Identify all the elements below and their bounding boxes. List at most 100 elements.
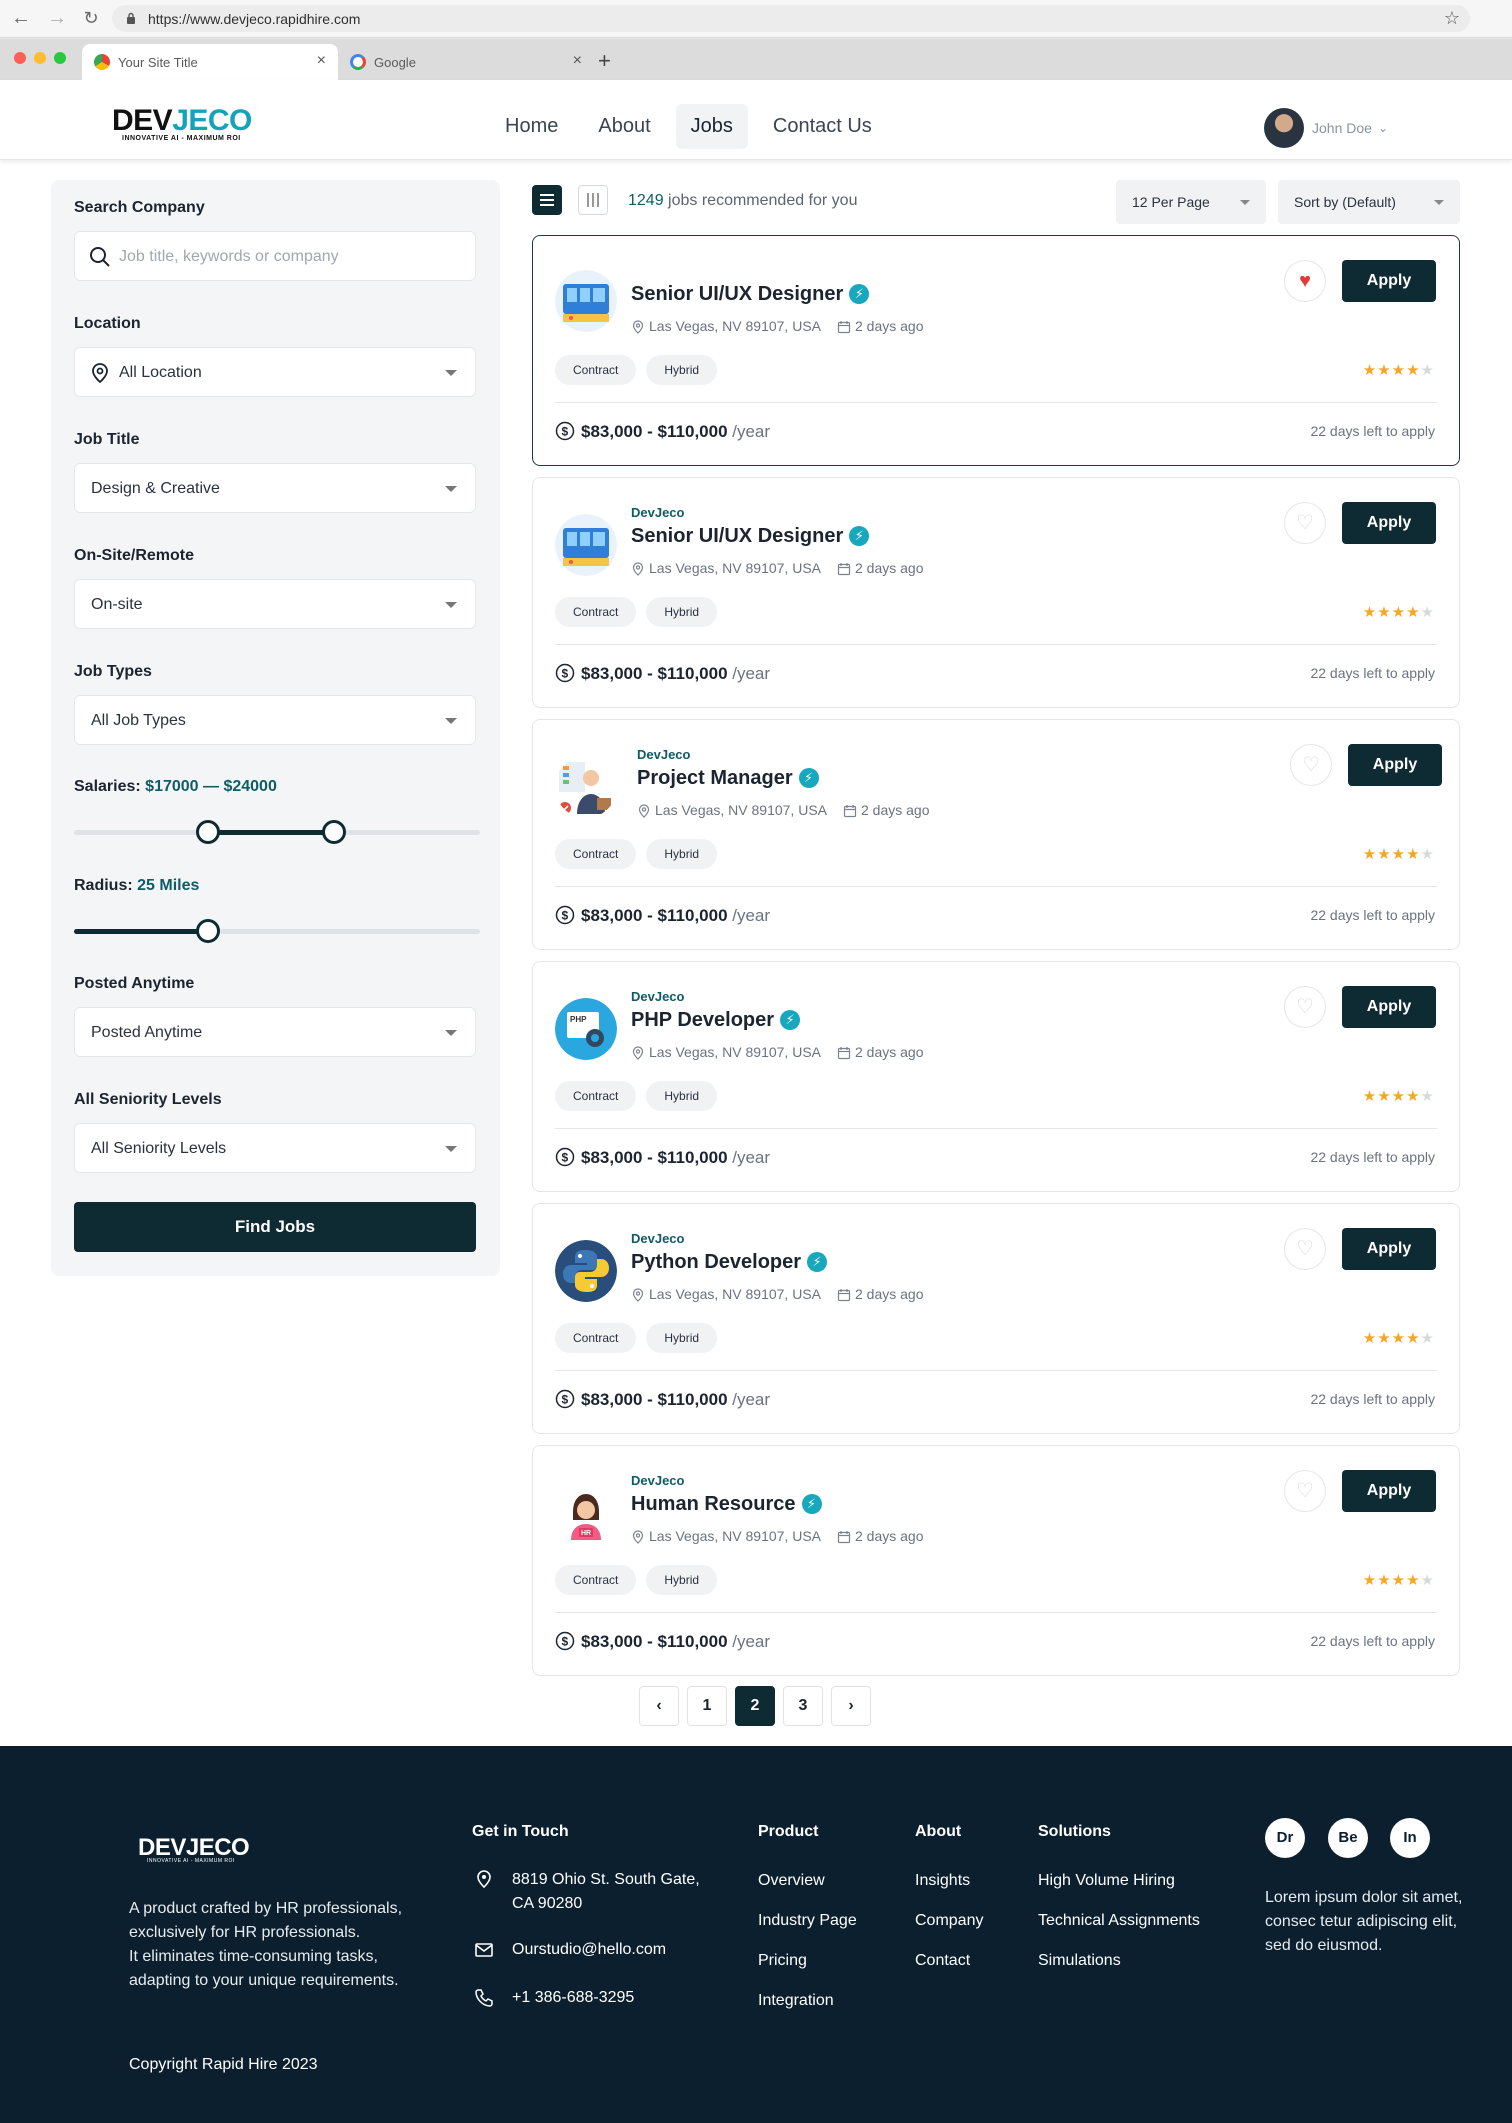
company-name[interactable]: DevJeco [631, 989, 684, 1004]
sort-value: Sort by (Default) [1294, 194, 1396, 210]
footer-link-pricing[interactable]: Pricing [758, 1952, 807, 1970]
radius-slider-handle[interactable] [195, 919, 220, 943]
footer-link-integration[interactable]: Integration [758, 1992, 834, 2010]
nav-about[interactable]: About [583, 104, 665, 149]
star-icon: ★ [1377, 1330, 1392, 1347]
footer-link-overview[interactable]: Overview [758, 1872, 825, 1890]
star-icon: ★ [1377, 1088, 1392, 1105]
job-title[interactable]: Senior UI/UX Designer ⚡ [631, 283, 870, 306]
location-select[interactable]: All Location [74, 347, 476, 397]
apply-button[interactable]: Apply [1342, 1470, 1436, 1512]
salary-slider[interactable] [74, 820, 480, 844]
prev-page-button[interactable]: ‹ [639, 1686, 679, 1726]
sort-select[interactable]: Sort by (Default) [1278, 180, 1460, 224]
dribbble-icon[interactable]: Dr [1265, 1818, 1305, 1858]
salary-slider-max-handle[interactable] [321, 820, 346, 844]
company-name[interactable]: DevJeco [631, 1473, 684, 1488]
footer-link-company[interactable]: Company [915, 1912, 983, 1930]
footer-link-simulations[interactable]: Simulations [1038, 1952, 1121, 1970]
favorite-heart-icon[interactable]: ♥ [1284, 260, 1326, 302]
linkedin-icon[interactable]: In [1390, 1818, 1430, 1858]
behance-icon[interactable]: Be [1328, 1818, 1368, 1858]
devjeco-logo[interactable]: DEVJECO INNOVATIVE AI - MAXIMUM ROI [112, 106, 282, 143]
apply-button[interactable]: Apply [1342, 1228, 1436, 1270]
company-name[interactable]: DevJeco [637, 747, 690, 762]
nav-home[interactable]: Home [490, 104, 573, 149]
star-icon: ★ [1377, 362, 1392, 379]
job-card[interactable]: DevJeco Python Developer ⚡ Las Vegas, NV 89… [532, 1203, 1460, 1434]
salary-slider-min-handle[interactable] [195, 820, 220, 844]
radius-slider[interactable] [74, 919, 480, 943]
apply-button[interactable]: Apply [1342, 986, 1436, 1028]
star-icon: ★ [1391, 1088, 1407, 1105]
favorite-heart-icon[interactable]: ♡ [1284, 1228, 1326, 1270]
new-tab-icon[interactable]: + [598, 48, 611, 74]
job-title-select[interactable]: Design & Creative [74, 463, 476, 513]
nav-jobs[interactable]: Jobs [675, 104, 748, 149]
calendar-icon [837, 1528, 855, 1544]
forward-icon[interactable]: → [46, 7, 68, 29]
footer-link-insights[interactable]: Insights [915, 1872, 970, 1890]
footer-link-technical-assignments[interactable]: Technical Assignments [1038, 1912, 1200, 1930]
apply-button[interactable]: Apply [1342, 502, 1436, 544]
footer-link-contact[interactable]: Contact [915, 1952, 970, 1970]
url-bar[interactable]: https://www.devjeco.rapidhire.com ☆ [112, 5, 1470, 32]
window-close-dot[interactable] [14, 52, 26, 64]
job-title[interactable]: PHP Developer ⚡ [631, 1009, 801, 1032]
footer-email[interactable]: Ourstudio@hello.com [512, 1938, 666, 1962]
job-card[interactable]: HR DevJeco Human Resource ⚡ Las Vegas, NV 89… [532, 1445, 1460, 1676]
calendar-icon [837, 318, 855, 334]
job-title[interactable]: Python Developer ⚡ [631, 1251, 828, 1274]
search-input[interactable]: Job title, keywords or company [74, 231, 476, 281]
job-card[interactable]: Senior UI/UX Designer ⚡ Las Vegas, NV 8910… [532, 235, 1460, 466]
reload-icon[interactable]: ↻ [80, 7, 102, 29]
seniority-select[interactable]: All Seniority Levels [74, 1123, 476, 1173]
page-button[interactable]: 1 [687, 1686, 727, 1726]
next-page-button[interactable]: › [831, 1686, 871, 1726]
favorite-heart-icon[interactable]: ♡ [1284, 502, 1326, 544]
job-card[interactable]: PHP DevJeco PHP Developer ⚡ Las Vegas, NV 89… [532, 961, 1460, 1192]
close-tab-icon[interactable]: × [317, 52, 326, 70]
job-title[interactable]: Senior UI/UX Designer ⚡ [631, 525, 870, 548]
window-minimize-dot[interactable] [34, 52, 46, 64]
footer-link-industry-page[interactable]: Industry Page [758, 1912, 857, 1930]
company-name[interactable]: DevJeco [631, 505, 684, 520]
favorite-heart-icon[interactable]: ♡ [1290, 744, 1332, 786]
phone-icon [475, 1989, 493, 2007]
grid-view-button[interactable] [578, 185, 608, 215]
per-page-select[interactable]: 12 Per Page [1116, 180, 1266, 224]
favorite-heart-icon[interactable]: ♡ [1284, 1470, 1326, 1512]
page-button-current[interactable]: 2 [735, 1686, 775, 1726]
job-card[interactable]: DevJeco Senior UI/UX Designer ⚡ Las Vegas, … [532, 477, 1460, 708]
star-icon: ★ [1406, 846, 1421, 863]
back-icon[interactable]: ← [10, 7, 32, 29]
footer-phone[interactable]: +1 386-688-3295 [512, 1986, 634, 2010]
company-name[interactable]: DevJeco [631, 1231, 684, 1246]
browser-tab-site[interactable]: Your Site Title × [82, 44, 338, 80]
job-tag: Hybrid [646, 1323, 718, 1353]
job-title[interactable]: Project Manager ⚡ [637, 767, 819, 790]
list-view-button[interactable] [532, 185, 562, 215]
find-jobs-button[interactable]: Find Jobs [74, 1202, 476, 1252]
favorite-heart-icon[interactable]: ♡ [1284, 986, 1326, 1028]
close-tab-icon[interactable]: × [573, 52, 582, 70]
job-title[interactable]: Human Resource ⚡ [631, 1493, 822, 1516]
tab-title: Google [374, 55, 416, 70]
job-types-select[interactable]: All Job Types [74, 695, 476, 745]
user-menu[interactable]: John Doe ⌄ [1264, 108, 1388, 148]
browser-tab-google[interactable]: Google × [338, 44, 594, 80]
search-icon [90, 247, 110, 267]
bookmark-star-icon[interactable]: ☆ [1444, 8, 1460, 29]
star-icon: ★ [1362, 1330, 1378, 1347]
verified-badge-icon: ⚡ [849, 284, 870, 304]
apply-button[interactable]: Apply [1342, 260, 1436, 302]
onsite-select[interactable]: On-site [74, 579, 476, 629]
job-card[interactable]: DevJeco Project Manager ⚡ Las Vegas, NV 891… [532, 719, 1460, 950]
dollar-icon: $ [555, 905, 581, 925]
apply-button[interactable]: Apply [1348, 744, 1442, 786]
nav-contact-us[interactable]: Contact Us [758, 104, 887, 149]
posted-select[interactable]: Posted Anytime [74, 1007, 476, 1057]
window-maximize-dot[interactable] [54, 52, 66, 64]
page-button[interactable]: 3 [783, 1686, 823, 1726]
footer-link-high-volume-hiring[interactable]: High Volume Hiring [1038, 1872, 1175, 1890]
